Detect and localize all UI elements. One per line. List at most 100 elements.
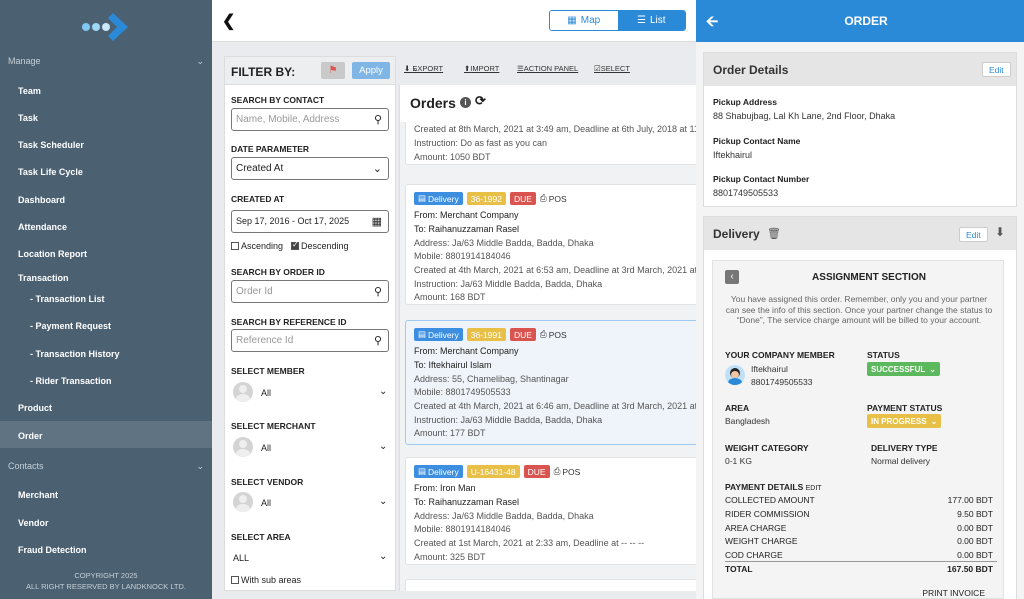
status-dropdown[interactable]: SUCCESSFUL ⌄ [867, 362, 940, 376]
order-to: To: Iftekhairul Islam [414, 360, 492, 370]
type-badge: ▤ Delivery [414, 465, 463, 478]
pickup-number-label: Pickup Contact Number [713, 174, 810, 184]
order-card[interactable]: Created at 8th March, 2021 at 3:49 am, D… [405, 122, 696, 165]
descending-checkbox[interactable]: Descending [291, 240, 349, 251]
pickup-address-value: 88 Shabujbag, Lal Kh Lane, 2nd Floor, Dh… [713, 111, 896, 121]
order-address: Address: 55, Chamelibag, Shantinagar [414, 374, 569, 384]
download-icon[interactable]: ⬇ [995, 225, 1005, 239]
building-icon: ▤ [418, 329, 427, 339]
assignment-section: ‹ ASSIGNMENT SECTION You have assigned t… [712, 260, 1004, 599]
edit-details-button[interactable]: Edit [982, 62, 1011, 77]
order-id-input[interactable]: Order Id ⚲ [231, 280, 389, 303]
trash-icon[interactable]: 🗑 [767, 227, 781, 240]
info-icon[interactable]: i [460, 97, 471, 108]
payment-status-dropdown[interactable]: IN PROGRESS ⌄ [867, 414, 942, 428]
member-value[interactable]: All [261, 388, 271, 398]
sidebar-item-product[interactable]: Product [18, 403, 52, 413]
area-value[interactable]: ALL [233, 553, 249, 563]
sidebar-item-task[interactable]: Task [18, 113, 38, 123]
reference-id-input[interactable]: Reference Id ⚲ [231, 329, 389, 352]
map-view-button[interactable]: ▦ Map [550, 11, 618, 30]
edit-delivery-button[interactable]: Edit [959, 227, 988, 242]
select-vendor-label: SELECT VENDOR [231, 477, 304, 487]
order-instruction: Instruction: Ja/63 Middle Badda, Badda, … [414, 279, 603, 289]
chevron-down-icon: ⌄ [372, 163, 382, 175]
member-avatar [233, 382, 253, 402]
export-button[interactable]: ⬇ EXPORT ⌄ [404, 64, 443, 73]
select-merchant-label: SELECT MERCHANT [231, 421, 316, 431]
sidebar-item-rider-transaction[interactable]: - Rider Transaction [30, 376, 112, 386]
apply-button[interactable]: Apply [352, 62, 390, 79]
sidebar-item-task-scheduler[interactable]: Task Scheduler [18, 140, 84, 150]
divider [725, 561, 997, 562]
order-card-selected[interactable]: ▤ Delivery 36-1991 DUE ⎙ POS From: Merchan… [405, 320, 696, 445]
order-id-placeholder: Order Id [236, 286, 273, 297]
order-card[interactable]: ▤ Delivery 36-1992 DUE ⎙ POS From: Merchan… [405, 184, 696, 305]
total-label: TOTAL [725, 564, 753, 574]
order-to: To: Raihanuzzaman Rasel [414, 497, 520, 507]
sidebar-item-transaction[interactable]: Transaction [18, 273, 69, 283]
date-parameter-select[interactable]: Created At ⌄ [231, 157, 389, 180]
sidebar-item-order[interactable]: Order [18, 431, 43, 441]
payment-row-value: 0.00 BDT [957, 536, 993, 546]
order-detail-title: ORDER [844, 14, 888, 28]
merchant-value[interactable]: All [261, 443, 271, 453]
section-manage[interactable]: Manage ⌄ [8, 56, 204, 66]
logo-icon [82, 13, 128, 41]
search-contact-label: SEARCH BY CONTACT [231, 95, 325, 105]
sidebar-item-attendance[interactable]: Attendance [18, 222, 67, 232]
list-view-button[interactable]: ☰ List [617, 11, 685, 30]
order-amount: Amount: 325 BDT [414, 552, 486, 562]
section-contacts[interactable]: Contacts ⌄ [8, 461, 204, 471]
payment-row-label: RIDER COMMISSION [725, 509, 810, 519]
chevron-down-icon[interactable]: ⌄ [379, 496, 387, 507]
sidebar-item-vendor[interactable]: Vendor [18, 518, 49, 528]
order-created: Created at 8th March, 2021 at 3:49 am, D… [414, 124, 696, 134]
order-created: Created at 4th March, 2021 at 6:46 am, D… [414, 401, 696, 411]
sidebar-item-task-life-cycle[interactable]: Task Life Cycle [18, 167, 83, 177]
order-from: From: Merchant Company [414, 346, 519, 356]
chevron-down-icon[interactable]: ⌄ [379, 551, 387, 562]
payment-row-label: COLLECTED AMOUNT [725, 495, 815, 505]
order-badges: ▤ Delivery U-16431-48 DUE ⎙ POS [414, 465, 580, 478]
sidebar-item-team[interactable]: Team [18, 86, 41, 96]
order-card[interactable] [405, 579, 696, 591]
status-label: STATUS [867, 350, 900, 360]
sidebar-item-payment-request[interactable]: - Payment Request [30, 321, 111, 331]
list-label: List [649, 15, 666, 26]
order-card[interactable]: ▤ Delivery U-16431-48 DUE ⎙ POS From: Iron… [405, 457, 696, 565]
sidebar-item-merchant[interactable]: Merchant [18, 490, 58, 500]
ascending-checkbox[interactable]: Ascending [231, 241, 283, 251]
sidebar-item-transaction-list[interactable]: - Transaction List [30, 294, 105, 304]
pos-label: ⎙ POS [554, 466, 581, 477]
status-badge: DUE [509, 192, 536, 205]
select-button[interactable]: ☑ SELECT [594, 64, 630, 73]
chevron-down-icon: ⌄ [930, 416, 938, 426]
chevron-down-icon[interactable]: ⌄ [379, 441, 387, 452]
created-at-range-input[interactable]: Sep 17, 2016 - Oct 17, 2025 ▦ [231, 210, 389, 233]
order-instruction: Instruction: Do as fast as you can [414, 138, 548, 148]
order-detail-panel: 🡨 ORDER Order Details Edit Pickup Addres… [696, 0, 1024, 599]
order-list: Created at 8th March, 2021 at 3:49 am, D… [400, 122, 696, 591]
copyright-line: ALL RIGHT RESERVED BY LANDKNOCK LTD. [25, 582, 187, 591]
member-name: Iftekhairul [751, 364, 788, 374]
order-id-badge: U-16431-48 [466, 465, 520, 478]
sidebar-item-transaction-history[interactable]: - Transaction History [30, 349, 120, 359]
sidebar-item-location-report[interactable]: Location Report [18, 249, 87, 259]
ascending-label: Ascending [241, 241, 284, 251]
sidebar-item-fraud-detection[interactable]: Fraud Detection [18, 545, 87, 555]
chevron-down-icon[interactable]: ⌄ [379, 386, 387, 397]
sub-areas-checkbox[interactable]: With sub areas [231, 575, 301, 585]
print-invoice-button[interactable]: PRINT INVOICE [922, 588, 985, 598]
search-icon: ⚲ [373, 286, 382, 298]
search-contact-input[interactable]: Name, Mobile, Address ⚲ [231, 108, 389, 131]
refresh-icon[interactable]: ⟳ [475, 93, 486, 109]
action-panel-button[interactable]: ☰ ACTION PANEL [517, 64, 578, 73]
tag-button[interactable]: ⚑ [321, 62, 345, 79]
payment-edit-button[interactable]: EDIT [806, 485, 822, 492]
sidebar-item-dashboard[interactable]: Dashboard [18, 195, 65, 205]
vendor-value[interactable]: All [261, 498, 271, 508]
back-arrow-icon[interactable]: ❮ [222, 11, 235, 31]
import-button[interactable]: ⬆ IMPORT [464, 64, 499, 73]
printer-icon: ⎙ [553, 466, 561, 476]
